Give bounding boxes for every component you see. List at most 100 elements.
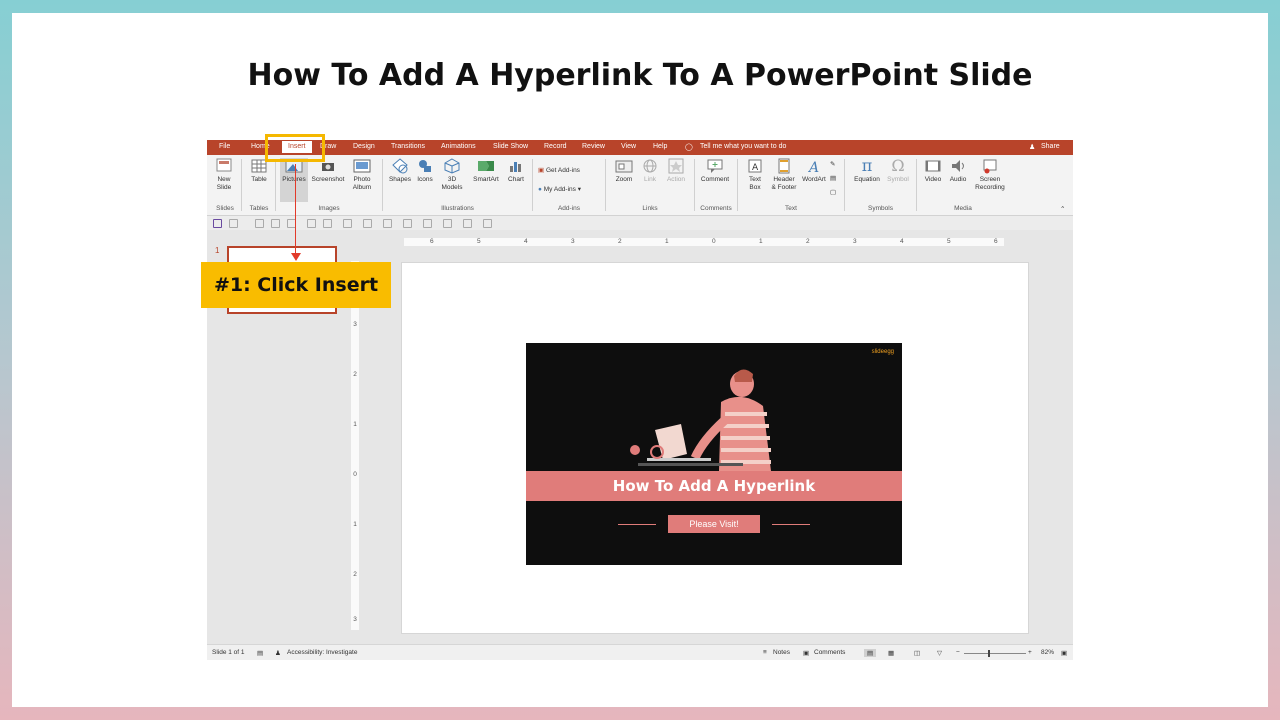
screen-recording-label-1: Screen bbox=[979, 176, 1001, 183]
tab-help[interactable]: Help bbox=[653, 143, 667, 150]
slide-title-text: How To Add A Hyperlink bbox=[612, 477, 816, 495]
photo-album-button[interactable]: Photo Album bbox=[348, 158, 376, 192]
wordart-button[interactable]: A WordArt bbox=[801, 158, 827, 184]
group-separator bbox=[605, 159, 606, 211]
speaker-icon bbox=[952, 160, 964, 172]
slide-canvas[interactable]: slideegg How To Add A Hyperlink Please V… bbox=[401, 262, 1029, 634]
qat-tool-icon[interactable] bbox=[423, 219, 432, 228]
spellcheck-icon[interactable]: ▤ bbox=[257, 649, 263, 657]
ruler-number: 1 bbox=[665, 238, 669, 245]
shapes-button[interactable]: Shapes bbox=[388, 158, 412, 184]
please-visit-button[interactable]: Please Visit! bbox=[668, 515, 760, 533]
tell-me-search[interactable]: Tell me what you want to do bbox=[700, 143, 786, 150]
fit-slide-icon[interactable]: ▣ bbox=[1061, 649, 1067, 657]
tab-slide-show[interactable]: Slide Show bbox=[493, 143, 528, 150]
object-icon[interactable]: ▢ bbox=[830, 188, 836, 196]
zoom-level[interactable]: 82% bbox=[1041, 649, 1054, 656]
audio-label: Audio bbox=[949, 176, 967, 183]
notes-button[interactable]: Notes bbox=[773, 649, 790, 656]
action-button[interactable]: Action bbox=[663, 158, 689, 184]
link-button[interactable]: Link bbox=[639, 158, 661, 184]
ruler-number: 2 bbox=[353, 371, 357, 378]
qat-tool-icon[interactable] bbox=[463, 219, 472, 228]
video-button[interactable]: Video bbox=[921, 158, 945, 184]
ruler-number: 3 bbox=[353, 321, 357, 328]
icons-button[interactable]: Icons bbox=[414, 158, 436, 184]
tab-animations[interactable]: Animations bbox=[441, 143, 476, 150]
tab-review[interactable]: Review bbox=[582, 143, 605, 150]
zoom-slider-thumb[interactable] bbox=[988, 650, 990, 657]
symbol-button[interactable]: Ω Symbol bbox=[885, 158, 911, 184]
start-slideshow-icon[interactable] bbox=[271, 219, 280, 228]
wordart-label: WordArt bbox=[802, 176, 826, 183]
ruler-number: 5 bbox=[477, 238, 481, 245]
qat-tool-icon[interactable] bbox=[383, 219, 392, 228]
qat-tool-icon[interactable] bbox=[323, 219, 332, 228]
comment-label: Comment bbox=[700, 176, 730, 183]
normal-view-icon[interactable]: ▤ bbox=[864, 649, 877, 657]
ruler-number: 1 bbox=[353, 421, 357, 428]
comment-button[interactable]: Comment bbox=[698, 158, 732, 184]
reading-view-icon[interactable]: ◫ bbox=[914, 649, 920, 657]
redo-icon[interactable] bbox=[255, 219, 264, 228]
share-button[interactable]: Share bbox=[1041, 143, 1060, 150]
zoom-in-icon[interactable]: + bbox=[1028, 649, 1032, 656]
ruler-number: 3 bbox=[853, 238, 857, 245]
tab-transitions[interactable]: Transitions bbox=[391, 143, 425, 150]
zoom-slider[interactable] bbox=[964, 653, 1026, 654]
zoom-out-icon[interactable]: − bbox=[956, 649, 960, 656]
3d-models-button[interactable]: 3D Models bbox=[438, 158, 466, 192]
qat-tool-icon[interactable] bbox=[443, 219, 452, 228]
new-slide-label-1: New bbox=[217, 176, 231, 183]
header-footer-label-1: Header bbox=[773, 176, 795, 183]
my-addins-label: My Add-ins bbox=[543, 186, 576, 193]
qat-tool-icon[interactable] bbox=[343, 219, 352, 228]
qat-tool-icon[interactable] bbox=[363, 219, 372, 228]
tab-file[interactable]: File bbox=[219, 143, 230, 150]
chart-label: Chart bbox=[508, 176, 524, 183]
slideegg-logo: slideegg bbox=[871, 349, 894, 355]
ruler-number: 0 bbox=[353, 471, 357, 478]
qat-tool-icon[interactable] bbox=[307, 219, 316, 228]
slide-sorter-icon[interactable]: ▦ bbox=[888, 649, 894, 657]
slideshow-view-icon[interactable]: ▽ bbox=[937, 649, 942, 657]
tab-record[interactable]: Record bbox=[544, 143, 567, 150]
get-addins-button[interactable]: ▣ Get Add-ins bbox=[538, 166, 580, 174]
shapes-icon bbox=[392, 158, 408, 174]
accessibility-status[interactable]: Accessibility: Investigate bbox=[287, 649, 357, 656]
video-label: Video bbox=[924, 176, 942, 183]
undo-icon[interactable] bbox=[229, 219, 238, 228]
smartart-button[interactable]: SmartArt bbox=[469, 158, 503, 184]
3d-models-label-1: 3D bbox=[447, 176, 457, 183]
audio-button[interactable]: Audio bbox=[947, 158, 969, 184]
screen-recording-button[interactable]: Screen Recording bbox=[972, 158, 1008, 192]
group-label-symbols: Symbols bbox=[868, 205, 893, 212]
store-icon: ▣ bbox=[538, 167, 545, 174]
qat-tool-icon[interactable] bbox=[403, 219, 412, 228]
chart-button[interactable]: Chart bbox=[505, 158, 527, 184]
zoom-icon bbox=[615, 160, 633, 173]
text-box-button[interactable]: A Text Box bbox=[743, 158, 767, 192]
comments-button[interactable]: Comments bbox=[814, 649, 845, 656]
tab-view[interactable]: View bbox=[621, 143, 636, 150]
new-slide-label-2: Slide bbox=[216, 184, 232, 191]
group-separator bbox=[737, 159, 738, 211]
tab-design[interactable]: Design bbox=[353, 143, 375, 150]
pictures-button[interactable]: Pictures bbox=[280, 158, 308, 202]
new-slide-button[interactable]: New Slide bbox=[213, 158, 235, 192]
video-icon bbox=[925, 160, 941, 172]
equation-label: Equation bbox=[854, 176, 880, 183]
date-time-icon[interactable]: ▤ bbox=[830, 174, 836, 182]
group-label-comments: Comments bbox=[700, 205, 732, 212]
header-footer-button[interactable]: Header & Footer bbox=[768, 158, 800, 192]
save-icon[interactable] bbox=[213, 219, 222, 228]
my-addins-button[interactable]: ● My Add-ins ▾ bbox=[538, 185, 581, 193]
group-separator bbox=[916, 159, 917, 211]
collapse-ribbon-icon[interactable]: ⌃ bbox=[1060, 205, 1065, 213]
equation-button[interactable]: π Equation bbox=[850, 158, 884, 184]
zoom-button[interactable]: Zoom bbox=[611, 158, 637, 184]
wordart-icon: A bbox=[807, 160, 819, 174]
signature-line-icon[interactable]: ✎ bbox=[830, 160, 835, 168]
qat-tool-icon[interactable] bbox=[483, 219, 492, 228]
group-separator bbox=[844, 159, 845, 211]
